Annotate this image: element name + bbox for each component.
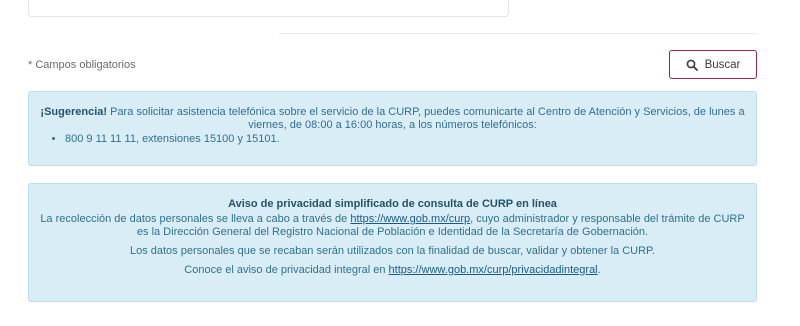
- previous-form-field: [28, 0, 509, 17]
- search-icon: [686, 59, 698, 71]
- privacy-integral-link[interactable]: https://www.gob.mx/curp/privacidadintegr…: [389, 264, 598, 276]
- phone-list: 800 9 11 11 11, extensiones 15100 y 1510…: [39, 133, 746, 146]
- privacy-notice: Aviso de privacidad simplificado de cons…: [28, 183, 757, 302]
- privacy-p3-text-after: .: [597, 264, 601, 276]
- search-button-label: Buscar: [704, 58, 741, 71]
- suggestion-label: ¡Sugerencia!: [40, 106, 108, 118]
- privacy-paragraph-1: La recolección de datos personales se ll…: [39, 213, 746, 239]
- privacy-p3-text: Conoce el aviso de privacidad integral e…: [184, 264, 389, 276]
- required-fields-note: * Campos obligatorios: [28, 59, 136, 71]
- curp-link[interactable]: https://www.gob.mx/curp: [350, 213, 470, 225]
- suggestion-alert: ¡Sugerencia! Para solicitar asistencia t…: [28, 91, 757, 166]
- search-button[interactable]: Buscar: [669, 50, 757, 79]
- privacy-paragraph-2: Los datos personales que se recaban será…: [129, 245, 656, 257]
- suggestion-body: Para solicitar asistencia telefónica sob…: [107, 106, 745, 131]
- privacy-title: Aviso de privacidad simplificado de cons…: [228, 198, 557, 210]
- suggestion-text: ¡Sugerencia! Para solicitar asistencia t…: [39, 106, 746, 132]
- phone-item: 800 9 11 11 11, extensiones 15100 y 1510…: [65, 133, 746, 146]
- privacy-paragraph-3: Conoce el aviso de privacidad integral e…: [39, 264, 746, 277]
- divider: [279, 33, 758, 34]
- privacy-p1-text: La recolección de datos personales se ll…: [40, 213, 351, 225]
